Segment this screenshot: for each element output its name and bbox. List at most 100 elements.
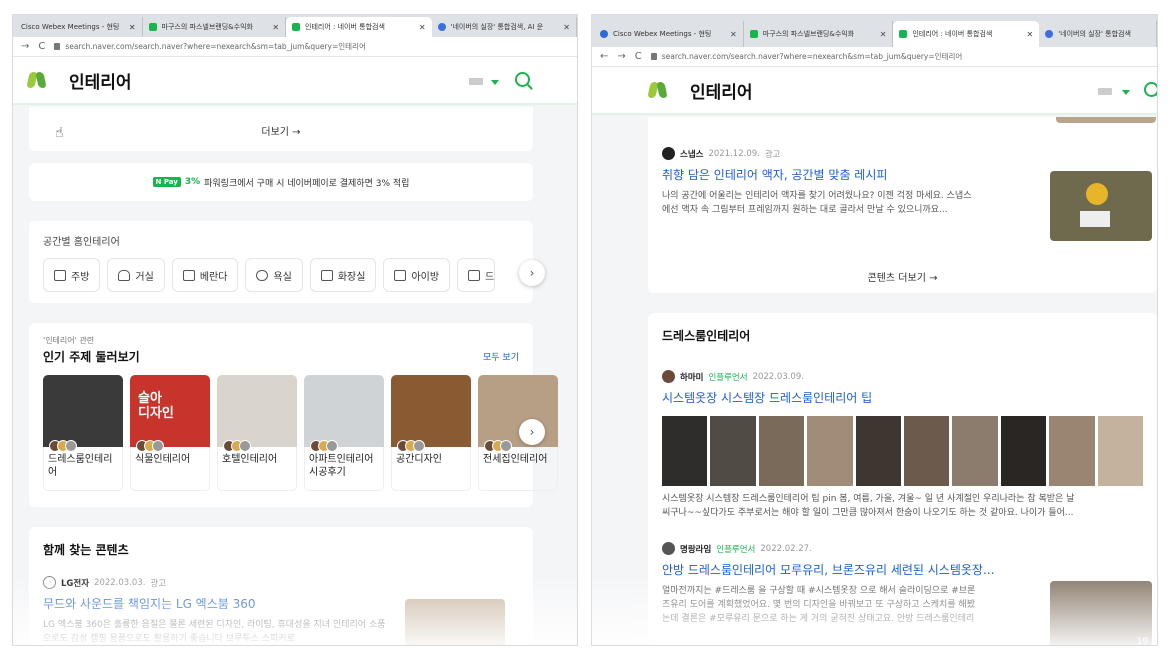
source-name[interactable]: 스냅스: [680, 148, 703, 160]
npay-percent: 3%: [184, 177, 201, 187]
naver-logo-icon[interactable]: [648, 80, 668, 100]
keyboard-icon[interactable]: [1098, 88, 1112, 95]
webex-favicon-icon: [600, 30, 608, 38]
topic-card[interactable]: 공간디자인: [391, 375, 471, 491]
tab-webex[interactable]: Cisco Webex Meetings - 현팅 ✕: [594, 21, 744, 47]
close-icon[interactable]: ✕: [272, 23, 279, 32]
tab-webex[interactable]: Cisco Webex Meetings - 현팅 ✕: [15, 17, 143, 37]
next-arrow-button[interactable]: ›: [519, 260, 545, 286]
close-icon[interactable]: ✕: [419, 23, 426, 32]
dressroom-image[interactable]: [855, 416, 902, 486]
dressroom-image[interactable]: [758, 416, 805, 486]
tab-naver-other[interactable]: '네이버의 실장' 통합검색: [1039, 21, 1157, 47]
close-icon[interactable]: ✕: [880, 30, 887, 39]
sunflower-frame-thumbnail[interactable]: [1050, 171, 1152, 241]
dropdown-icon[interactable]: [1122, 90, 1130, 95]
result-title-link[interactable]: 무드와 사운드를 책임지는 LG 엑스붐 360: [43, 595, 403, 612]
topic-card[interactable]: 슬아 디자인 식물인테리어: [130, 375, 210, 491]
search-icon[interactable]: [1144, 82, 1157, 97]
room-chip-bathroom[interactable]: 욕실: [245, 258, 303, 292]
dressroom-image[interactable]: [1097, 416, 1144, 486]
result-title-link[interactable]: 취향 담은 인테리어 액자, 공간별 맞춤 레시피: [662, 166, 1022, 183]
topic-card[interactable]: 호텔인테리어: [217, 375, 297, 491]
room-chip-kidsroom[interactable]: 아이방: [383, 258, 451, 292]
search-query[interactable]: 인테리어: [69, 68, 132, 93]
topic-label: 공간디자인: [391, 447, 471, 491]
avatar-group: [223, 440, 251, 452]
tab-magus[interactable]: 마구스의 파스넬브랜딩&수익화 ✕: [744, 21, 894, 47]
result-title-link[interactable]: 안방 드레스룸인테리어 모루유리, 브론즈유리 세련된 시스템옷장...: [662, 561, 1042, 578]
author-name[interactable]: 하마미: [680, 371, 703, 383]
tab-naver-other[interactable]: '네이버의 실장' 통합검색, AI 운 ✕: [432, 17, 577, 37]
result-thumbnail[interactable]: [405, 599, 505, 645]
avatar-group: [397, 440, 425, 452]
dressroom-thumbnail[interactable]: 19: [1050, 581, 1152, 645]
naver-header: 인테리어: [13, 57, 577, 105]
more-button[interactable]: 더보기 →: [29, 107, 533, 138]
dressroom-image[interactable]: [662, 416, 708, 486]
more-contents-button[interactable]: 콘텐츠 더보기 →: [648, 269, 1157, 284]
see-all-link[interactable]: 모두 보기: [483, 350, 519, 363]
tab-magus[interactable]: 마구스의 파스넬브랜딩&수익화 ✕: [143, 17, 287, 37]
snaps-logo-icon: [662, 147, 675, 160]
topic-label: 호텔인테리어: [217, 447, 297, 491]
topic-card[interactable]: 드레스룸인테리어: [43, 375, 123, 491]
avatar: [239, 440, 251, 452]
result-description: 에선 액자 속 그림부터 프레임까지 원하는 대로 골라서 만날 수 있으니까요…: [662, 205, 948, 215]
search-icon[interactable]: [515, 72, 530, 87]
dressroom-image[interactable]: [807, 416, 853, 486]
search-query[interactable]: 인테리어: [690, 78, 753, 103]
avatar: [152, 440, 164, 452]
source-name[interactable]: LG전자: [61, 577, 89, 589]
dressroom-image[interactable]: [904, 416, 950, 486]
back-icon[interactable]: ←: [600, 51, 608, 62]
room-chip-label: 거실: [135, 271, 154, 283]
dressroom-image[interactable]: [952, 416, 998, 486]
lock-icon: [54, 43, 61, 50]
tab-naver-search[interactable]: 인테리어 : 네이버 통합검색 ✕: [893, 21, 1040, 47]
result-description: 나의 공간에 어울리는 인테리어 액자를 찾기 어려웠나요? 이젠 걱정 마세요…: [662, 191, 972, 201]
dropdown-icon[interactable]: [491, 80, 499, 85]
close-icon[interactable]: ✕: [129, 23, 136, 32]
close-icon[interactable]: ✕: [1027, 30, 1034, 39]
result-description: 는데 결론은 #모루유리 문으로 하는 게 거의 굳혀진 상태고요. 안방 드레…: [662, 614, 975, 624]
dressroom-image[interactable]: [1049, 416, 1095, 486]
forward-icon[interactable]: →: [617, 51, 625, 62]
post-date: 2022.03.09.: [752, 371, 804, 382]
room-chip-kitchen[interactable]: 주방: [43, 258, 101, 292]
lg-logo-icon: [43, 576, 56, 589]
result-description: 얼마전까지는 #드레스룸 을 구상할 때 #시스템옷장 으로 해서 슬라이딩으로…: [662, 586, 976, 596]
popular-topics-section: '인테리어' 관련 인기 주제 둘러보기 모두 보기 드레스룸인테리어 슬아 디자…: [29, 323, 558, 507]
url-field[interactable]: search.naver.com/search.naver?where=nexe…: [650, 51, 962, 62]
room-chip-living[interactable]: 거실: [107, 258, 165, 292]
snaps-ad-card: 스냅스 2021.12.09. 광고 취향 담은 인테리어 액자, 공간별 맞춤…: [648, 117, 1157, 293]
reload-icon[interactable]: C: [38, 41, 45, 52]
dressroom-image[interactable]: [1000, 416, 1047, 486]
dressroom-image[interactable]: [710, 416, 756, 486]
close-icon[interactable]: ✕: [563, 23, 570, 32]
tab-title: 마구스의 파스넬브랜딩&수익화: [762, 30, 855, 38]
topic-card[interactable]: 전세집인테리어: [478, 375, 558, 491]
reload-icon[interactable]: C: [635, 51, 642, 62]
ad-label: 광고: [150, 578, 167, 589]
window-icon: [182, 269, 195, 281]
keyboard-icon[interactable]: [469, 78, 483, 85]
tab-naver-search[interactable]: 인테리어 : 네이버 통합검색 ✕: [286, 17, 432, 37]
topic-image: [304, 375, 384, 452]
url-field[interactable]: search.naver.com/search.naver?where=nexe…: [54, 41, 366, 52]
npay-banner[interactable]: N Pay 3% 파워링크에서 구매 시 네이버페이로 결제하면 3% 적립: [29, 163, 533, 201]
author-name[interactable]: 명랑라임: [680, 543, 711, 555]
result-title-link[interactable]: 시스템옷장 시스템장 드레스룸인테리어 팁: [662, 389, 1143, 406]
next-arrow-button[interactable]: ›: [519, 419, 545, 445]
naver-logo-icon[interactable]: [27, 70, 47, 90]
close-icon[interactable]: ✕: [730, 30, 737, 39]
room-chip-veranda[interactable]: 베란다: [171, 258, 239, 292]
room-chip-restroom[interactable]: 화장실: [309, 258, 377, 292]
topic-card[interactable]: 아파트인테리어시공후기: [304, 375, 384, 491]
result-description: 즈유리 도어를 계획했었어요. 몇 번의 디자인을 바꿔보고 또 구상하고 스케…: [662, 600, 975, 610]
room-icon: [468, 269, 481, 281]
forward-icon[interactable]: →: [21, 41, 29, 52]
room-chip-more[interactable]: 드: [457, 258, 496, 292]
topic-label: 전세집인테리어: [478, 447, 558, 491]
mouse-cursor-icon: ☝: [55, 125, 64, 141]
